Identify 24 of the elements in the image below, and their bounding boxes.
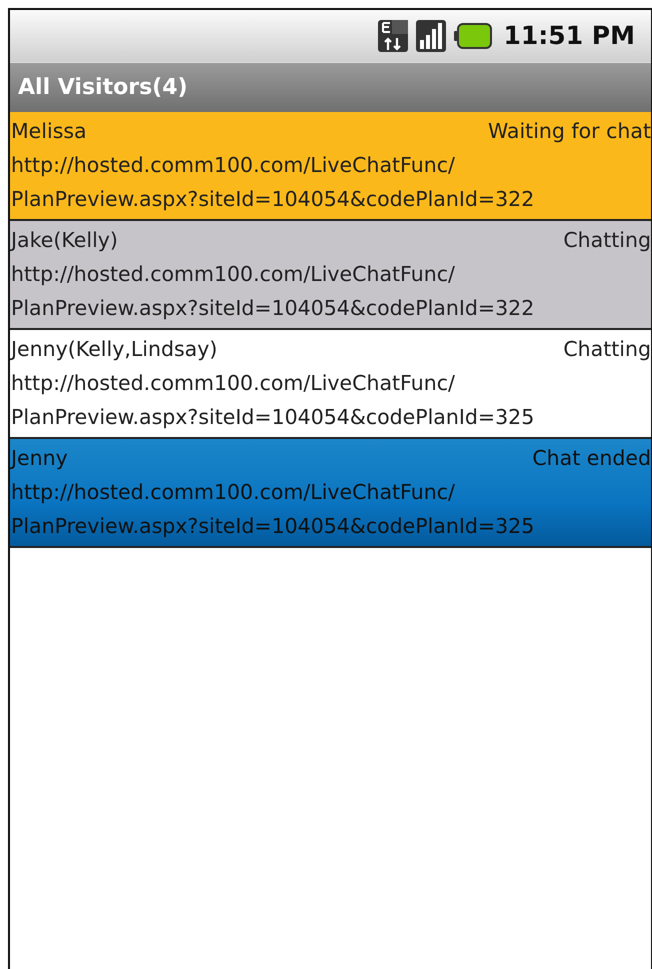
visitor-url: PlanPreview.aspx?siteId=104054&codePlanId=322 [11,187,534,211]
screen-title: All Visitors(4) [18,74,188,102]
visitor-url: PlanPreview.aspx?siteId=104054&codePlanId=325 [11,405,534,429]
visitor-url: PlanPreview.aspx?siteId=104054&codePlanId=325 [11,514,534,538]
visitor-url: PlanPreview.aspx?siteId=104054&codePlanId=322 [11,296,534,320]
network-icon [378,20,408,52]
visitor-url: http://hosted.comm100.com/LiveChatFunc/ [11,153,455,177]
visitor-url: http://hosted.comm100.com/LiveChatFunc/ [11,371,455,395]
visitor-row[interactable]: Jake(Kelly) Chatting http://hosted.comm100.com/LiveChatFunc/ PlanPreview.aspx?siteId=104054&codePlanId=322 [10,221,651,330]
visitor-name: Melissa [11,118,87,145]
chat-status: Waiting for chat [488,118,651,145]
signal-icon [416,20,446,52]
visitor-row[interactable]: Jenny Chat ended http://hosted.comm100.com/LiveChatFunc/ PlanPreview.aspx?siteId=104054&codePlanId=325 [10,439,651,548]
battery-icon [454,23,492,49]
visitor-row[interactable]: Melissa Waiting for chat http://hosted.comm100.com/LiveChatFunc/ PlanPreview.aspx?siteId=104054&codePlanId=322 [10,112,651,221]
visitor-url: http://hosted.comm100.com/LiveChatFunc/ [11,262,455,286]
chat-status: Chat ended [532,445,651,472]
clock-time: 11:51 PM [504,20,635,52]
chat-status: Chatting [563,336,651,363]
visitor-url: http://hosted.comm100.com/LiveChatFunc/ [11,480,455,504]
chat-status: Chatting [563,227,651,254]
visitor-name: Jenny(Kelly,Lindsay) [11,336,218,363]
visitor-name: Jenny [11,445,68,472]
visitor-name: Jake(Kelly) [11,227,118,254]
